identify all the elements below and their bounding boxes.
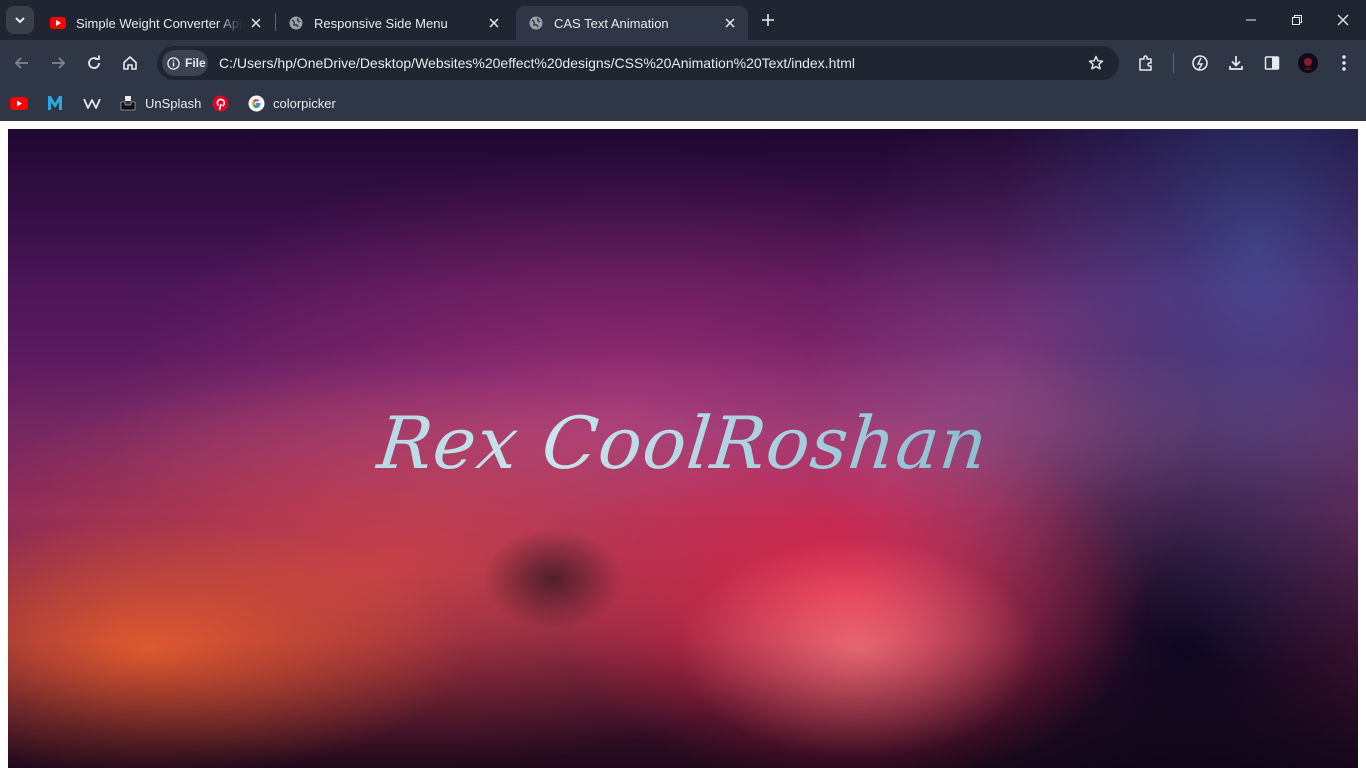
close-icon[interactable] (248, 15, 264, 31)
toolbar-divider (1173, 53, 1174, 73)
close-icon (1337, 14, 1349, 26)
pinterest-icon (211, 94, 229, 112)
bookmarks-bar: UnSplash colorpicker (0, 86, 1366, 121)
youtube-icon (10, 94, 28, 112)
hero-text-wrap: Rex CoolRoshan (8, 129, 1358, 768)
toolbar: File C:/Users/hp/OneDrive/Desktop/Websit… (0, 40, 1366, 86)
webflow-icon (83, 94, 101, 112)
m-logo-icon (46, 94, 64, 112)
url-text[interactable]: C:/Users/hp/OneDrive/Desktop/Websites%20… (219, 55, 855, 71)
tab-title: Responsive Side Menu (314, 15, 448, 31)
close-window-button[interactable] (1320, 0, 1366, 40)
bookmark-colorpicker[interactable]: colorpicker (247, 91, 336, 115)
more-vertical-icon (1342, 55, 1346, 71)
back-button[interactable] (8, 49, 36, 77)
google-icon (247, 94, 265, 112)
performance-button[interactable] (1186, 49, 1214, 77)
animated-title-text: Rex CoolRoshan (8, 401, 1358, 485)
restore-button[interactable] (1274, 0, 1320, 40)
download-icon (1229, 56, 1243, 70)
forward-button[interactable] (44, 49, 72, 77)
site-info-chip[interactable]: File (162, 50, 208, 76)
chevron-down-icon (15, 17, 25, 24)
side-panel-button[interactable] (1258, 49, 1286, 77)
tab-responsive-side-menu[interactable]: Responsive Side Menu (276, 6, 512, 40)
hero-background: Rex CoolRoshan (8, 129, 1358, 768)
extensions-button[interactable] (1132, 49, 1160, 77)
globe-icon (528, 15, 544, 31)
info-icon (167, 56, 180, 70)
downloads-button[interactable] (1222, 49, 1250, 77)
unsplash-icon (119, 94, 137, 112)
minimize-button[interactable] (1228, 0, 1274, 40)
youtube-icon (50, 15, 66, 31)
minimize-icon (1246, 19, 1256, 21)
bookmark-unsplash[interactable]: UnSplash (119, 91, 201, 115)
tab-weight-converter[interactable]: Simple Weight Converter App Using HTML C… (38, 6, 274, 40)
tab-search-button[interactable] (6, 6, 34, 34)
menu-button[interactable] (1330, 49, 1358, 77)
new-tab-button[interactable] (758, 10, 778, 30)
page-viewport: Rex CoolRoshan (0, 121, 1366, 768)
tab-title: Simple Weight Converter App Using HTML C… (76, 15, 242, 31)
profile-button[interactable] (1294, 49, 1322, 77)
arrow-left-icon (14, 57, 28, 69)
speedometer-icon (1192, 55, 1208, 71)
bookmark-star-icon[interactable] (1087, 54, 1105, 72)
avatar (1298, 53, 1318, 73)
bookmark-pinterest[interactable] (211, 91, 229, 115)
globe-icon (288, 15, 304, 31)
address-bar[interactable]: File C:/Users/hp/OneDrive/Desktop/Websit… (157, 46, 1119, 80)
tab-strip: Simple Weight Converter App Using HTML C… (0, 0, 1366, 40)
bookmark-m[interactable] (46, 91, 64, 115)
home-button[interactable] (116, 49, 144, 77)
tab-title: CAS Text Animation (554, 15, 669, 31)
arrow-right-icon (52, 57, 66, 69)
tab-cas-text-animation[interactable]: CAS Text Animation (516, 6, 748, 40)
security-chip-label: File (185, 56, 206, 70)
plus-icon (762, 14, 774, 26)
reload-icon (88, 55, 100, 69)
side-panel-icon (1264, 56, 1280, 70)
restore-icon (1292, 15, 1302, 25)
bookmark-label: UnSplash (145, 95, 202, 111)
bookmark-label: colorpicker (273, 95, 336, 111)
close-icon[interactable] (722, 15, 738, 31)
bookmark-youtube[interactable] (10, 91, 28, 115)
close-icon[interactable] (486, 15, 502, 31)
reload-button[interactable] (80, 49, 108, 77)
bookmark-webflow[interactable] (83, 91, 101, 115)
puzzle-icon (1139, 55, 1152, 71)
home-icon (123, 56, 137, 70)
